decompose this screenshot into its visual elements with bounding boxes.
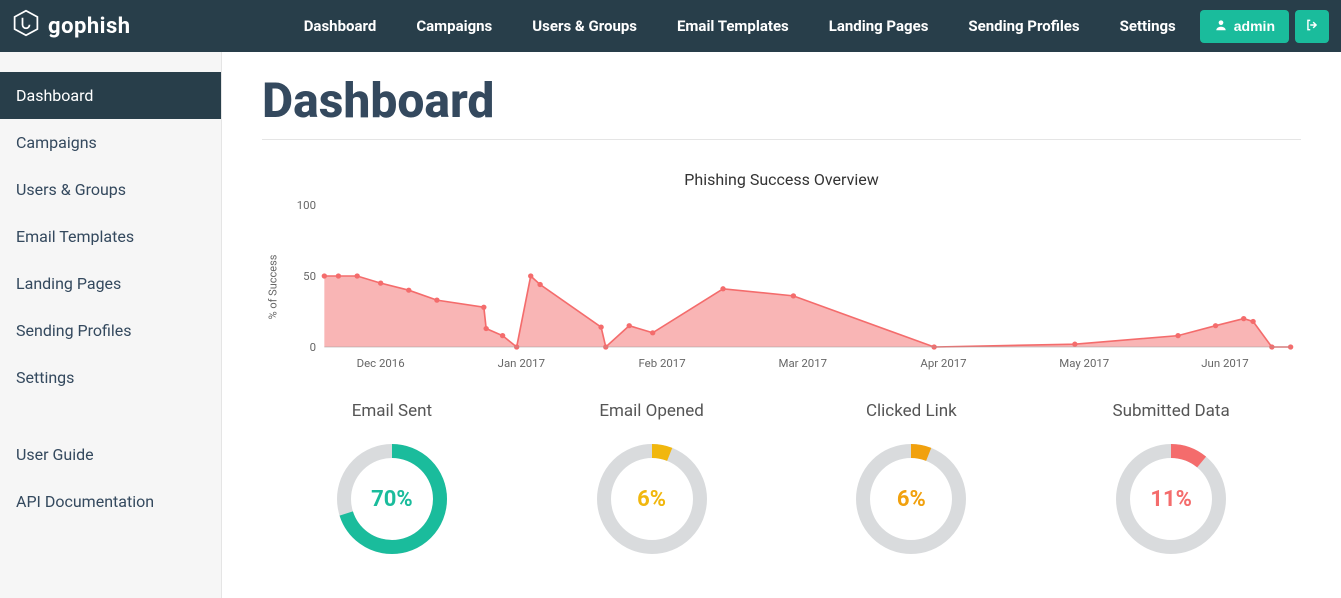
nav-item-campaigns[interactable]: Campaigns <box>400 1 508 51</box>
donut-clicked-link: Clicked Link 6% <box>801 401 1021 555</box>
nav-item-email-templates[interactable]: Email Templates <box>661 1 805 51</box>
svg-text:100: 100 <box>297 199 316 212</box>
donut-label: Clicked Link <box>801 401 1021 421</box>
sidebar-item-user-guide[interactable]: User Guide <box>0 431 221 478</box>
nav-links: Dashboard Campaigns Users & Groups Email… <box>288 1 1192 51</box>
sidebar-item-settings[interactable]: Settings <box>0 354 221 401</box>
page-title: Dashboard <box>262 72 1301 140</box>
logout-button[interactable] <box>1295 10 1329 43</box>
sidebar-item-landing-pages[interactable]: Landing Pages <box>0 260 221 307</box>
donut-email-sent: Email Sent 70% <box>282 401 502 555</box>
nav-item-landing-pages[interactable]: Landing Pages <box>813 1 945 51</box>
donut-value: 70% <box>336 443 448 555</box>
brand-hex-icon <box>12 9 40 43</box>
donut-value: 11% <box>1115 443 1227 555</box>
donut-row: Email Sent 70% Email Opened 6% Clicked L… <box>262 401 1301 555</box>
sidebar-item-api-docs[interactable]: API Documentation <box>0 478 221 525</box>
sidebar-item-sending-profiles[interactable]: Sending Profiles <box>0 307 221 354</box>
brand-text: gophish <box>48 14 131 39</box>
sidebar: Dashboard Campaigns Users & Groups Email… <box>0 52 222 598</box>
donut-label: Email Sent <box>282 401 502 421</box>
nav-item-users-groups[interactable]: Users & Groups <box>516 1 653 51</box>
chart-title: Phishing Success Overview <box>262 170 1301 189</box>
donut-chart: 6% <box>596 443 708 555</box>
sidebar-item-email-templates[interactable]: Email Templates <box>0 213 221 260</box>
brand[interactable]: gophish <box>12 9 131 43</box>
admin-button[interactable]: admin <box>1200 10 1289 43</box>
svg-text:Dec 2016: Dec 2016 <box>357 357 405 370</box>
donut-label: Submitted Data <box>1061 401 1281 421</box>
svg-text:Apr 2017: Apr 2017 <box>920 357 966 370</box>
top-navbar: gophish Dashboard Campaigns Users & Grou… <box>0 0 1341 52</box>
donut-chart: 6% <box>855 443 967 555</box>
donut-chart: 11% <box>1115 443 1227 555</box>
svg-text:May 2017: May 2017 <box>1059 357 1109 370</box>
donut-value: 6% <box>596 443 708 555</box>
nav-item-sending-profiles[interactable]: Sending Profiles <box>952 1 1095 51</box>
donut-email-opened: Email Opened 6% <box>542 401 762 555</box>
sign-out-icon <box>1305 20 1319 35</box>
svg-text:% of Success: % of Success <box>266 254 279 319</box>
svg-text:Jun 2017: Jun 2017 <box>1201 357 1248 370</box>
admin-label: admin <box>1234 18 1275 34</box>
area-chart-svg: 0 50 100 % of Success Dec 2016 Jan 2017 Feb 20… <box>262 197 1301 377</box>
sidebar-item-users-groups[interactable]: Users & Groups <box>0 166 221 213</box>
phishing-overview-chart: Phishing Success Overview 0 50 100 % of Suc… <box>262 170 1301 381</box>
donut-label: Email Opened <box>542 401 762 421</box>
svg-text:Feb 2017: Feb 2017 <box>638 357 685 370</box>
donut-value: 6% <box>855 443 967 555</box>
sidebar-item-campaigns[interactable]: Campaigns <box>0 119 221 166</box>
donut-submitted-data: Submitted Data 11% <box>1061 401 1281 555</box>
sidebar-item-dashboard[interactable]: Dashboard <box>0 72 221 119</box>
nav-item-dashboard[interactable]: Dashboard <box>288 1 393 51</box>
user-icon <box>1214 18 1228 35</box>
nav-item-settings[interactable]: Settings <box>1104 1 1192 51</box>
svg-text:50: 50 <box>303 270 316 283</box>
svg-text:0: 0 <box>310 341 316 354</box>
donut-chart: 70% <box>336 443 448 555</box>
svg-text:Mar 2017: Mar 2017 <box>779 357 828 370</box>
main-content: Dashboard Phishing Success Overview 0 50 1… <box>222 52 1341 598</box>
svg-text:Jan 2017: Jan 2017 <box>498 357 545 370</box>
